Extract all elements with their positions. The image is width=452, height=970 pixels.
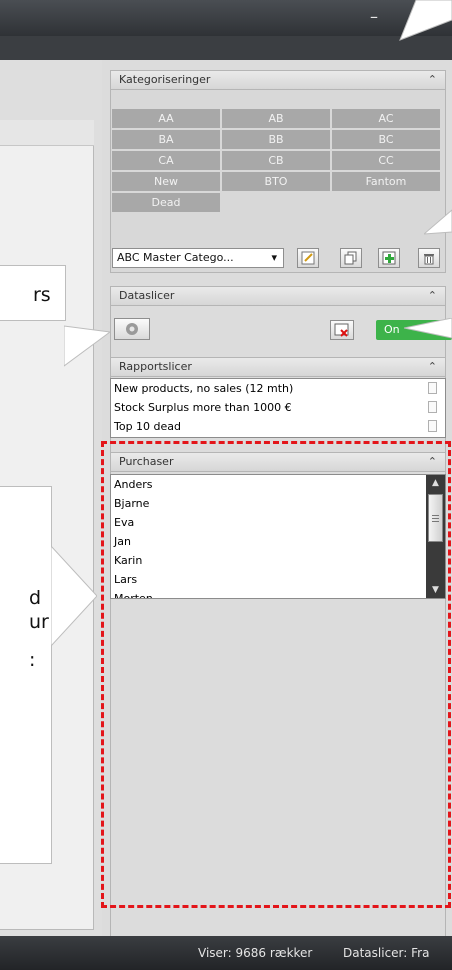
list-item-label: New products, no sales (12 mth)	[114, 382, 294, 395]
plus-icon	[382, 251, 396, 265]
main-content-header	[0, 120, 94, 146]
settings-button[interactable]	[114, 318, 150, 340]
highlight-frame	[101, 441, 451, 908]
callout-tail-right	[424, 209, 452, 235]
callout-tail-left-middle	[51, 546, 97, 646]
list-item[interactable]: Top 10 dead	[111, 417, 445, 436]
category-button[interactable]: CB	[222, 151, 330, 170]
clear-icon	[334, 323, 349, 337]
callout-text: d	[29, 587, 42, 609]
category-button[interactable]: BB	[222, 130, 330, 149]
list-item[interactable]: New products, no sales (12 mth)	[111, 379, 445, 398]
callout-text: :	[29, 649, 36, 671]
category-button[interactable]: BA	[112, 130, 220, 149]
rapportslicer-title: Rapportslicer	[119, 360, 192, 373]
rapportslicer-list: New products, no sales (12 mth) Stock Su…	[110, 378, 446, 438]
callout-tail-toggle	[404, 318, 452, 339]
copy-button[interactable]	[340, 248, 362, 268]
category-set-select[interactable]: ABC Master Catego... ▾	[112, 248, 284, 268]
pencil-icon	[301, 251, 315, 265]
kategoriseringer-title: Kategoriseringer	[119, 73, 211, 86]
kategoriseringer-header[interactable]: Kategoriseringer ⌃	[110, 70, 446, 90]
category-button[interactable]: Fantom	[332, 172, 440, 191]
copy-icon	[344, 251, 357, 265]
category-button[interactable]: BTO	[222, 172, 330, 191]
category-button[interactable]: AB	[222, 109, 330, 128]
trash-icon	[424, 254, 434, 265]
collapse-icon[interactable]: ⌃	[428, 287, 437, 305]
delete-button[interactable]	[418, 248, 440, 268]
gear-icon	[126, 323, 138, 335]
category-button[interactable]: AC	[332, 109, 440, 128]
callout-box-top: rs	[0, 265, 66, 321]
callout-tail-left-top	[64, 325, 110, 367]
category-button[interactable]: AA	[112, 109, 220, 128]
status-bar: Viser: 9686 rækker Dataslicer: Fra	[0, 936, 452, 970]
category-button[interactable]: CC	[332, 151, 440, 170]
collapse-icon[interactable]: ⌃	[428, 71, 437, 89]
callout-text: rs	[33, 284, 51, 306]
category-set-value: ABC Master Catego...	[117, 251, 234, 264]
clear-filter-button[interactable]	[330, 320, 354, 340]
menu-strip	[0, 36, 452, 60]
document-icon	[428, 382, 437, 394]
title-bar	[0, 0, 452, 36]
dataslicer-status: Dataslicer: Fra	[343, 946, 430, 960]
edit-button[interactable]	[297, 248, 319, 268]
dataslicer-title: Dataslicer	[119, 289, 175, 302]
chevron-down-icon: ▾	[271, 251, 277, 264]
row-count-status: Viser: 9686 rækker	[198, 946, 313, 960]
add-button[interactable]	[378, 248, 400, 268]
list-item-label: Stock Surplus more than 1000 €	[114, 401, 292, 414]
callout-tail-top	[399, 0, 452, 41]
document-icon	[428, 401, 437, 413]
dataslicer-header[interactable]: Dataslicer ⌃	[110, 286, 446, 306]
category-button[interactable]: New	[112, 172, 220, 191]
list-item-label: Top 10 dead	[114, 420, 182, 433]
category-button[interactable]: Dead	[112, 193, 220, 212]
document-icon	[428, 420, 437, 432]
list-item[interactable]: Stock Surplus more than 1000 €	[111, 398, 445, 417]
callout-box-middle: d ur :	[0, 486, 52, 864]
rapportslicer-header[interactable]: Rapportslicer ⌃	[110, 357, 446, 377]
minimize-button[interactable]: –	[364, 9, 384, 25]
collapse-icon[interactable]: ⌃	[428, 358, 437, 376]
toggle-label: On	[384, 323, 400, 336]
callout-text: ur	[29, 611, 49, 633]
category-button[interactable]: CA	[112, 151, 220, 170]
category-button[interactable]: BC	[332, 130, 440, 149]
